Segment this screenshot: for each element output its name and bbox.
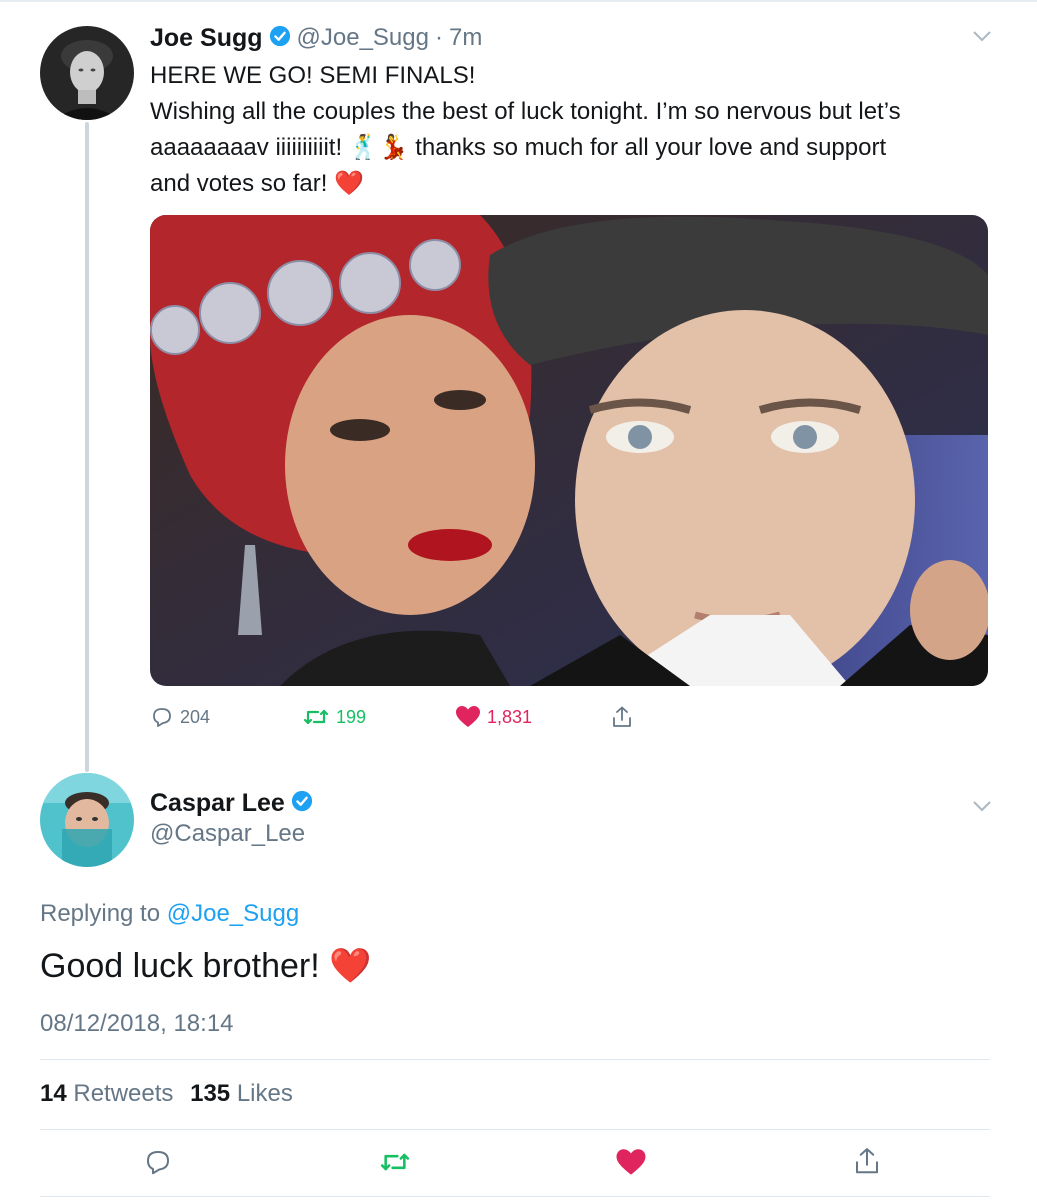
retweet-action[interactable]: 199 xyxy=(302,705,366,729)
retweet-icon xyxy=(302,705,330,729)
tweet-line: Wishing all the couples the best of luck… xyxy=(150,98,901,125)
meta-separator: · xyxy=(434,24,443,51)
reply-icon xyxy=(143,1151,173,1181)
divider xyxy=(40,1129,990,1130)
joe-sugg-avatar[interactable] xyxy=(40,26,134,120)
chevron-down-icon[interactable] xyxy=(971,798,993,819)
share-icon xyxy=(852,1148,882,1180)
author-handle[interactable]: @Joe_Sugg xyxy=(297,24,429,52)
tweet-body: HERE WE GO! SEMI FINALS! Wishing all the… xyxy=(150,58,1010,202)
tweet-photo[interactable] xyxy=(150,215,988,686)
retweet-icon xyxy=(378,1153,412,1180)
share-action[interactable] xyxy=(610,705,634,729)
retweets-stat[interactable]: 14 Retweets xyxy=(40,1080,180,1107)
like-button[interactable] xyxy=(615,1148,647,1182)
replying-to-prefix: Replying to xyxy=(40,900,161,927)
likes-label: Likes xyxy=(236,1080,293,1107)
caspar-lee-avatar[interactable] xyxy=(40,773,134,867)
heart-icon xyxy=(455,705,481,729)
divider xyxy=(40,1059,990,1060)
chevron-down-icon[interactable] xyxy=(971,28,993,49)
likes-stat[interactable]: 135 Likes xyxy=(190,1080,293,1107)
retweets-count: 14 xyxy=(40,1080,67,1107)
verified-badge-icon xyxy=(269,25,291,52)
reply-author-handle[interactable]: @Caspar_Lee xyxy=(150,820,305,848)
tweet-age[interactable]: 7m xyxy=(449,24,482,52)
reply-count: 204 xyxy=(180,706,211,727)
reply-button[interactable] xyxy=(143,1147,173,1182)
like-count: 1,831 xyxy=(487,706,533,727)
tweet-line: aaaaaaaav iiiiiiiiiit! 🕺💃 thanks so much… xyxy=(150,134,887,161)
retweet-button[interactable] xyxy=(378,1148,412,1181)
verified-badge-icon xyxy=(291,790,313,817)
engagement-stats: 14 Retweets 135 Likes xyxy=(40,1080,293,1108)
replying-to-mention[interactable]: @Joe_Sugg xyxy=(167,900,299,927)
likes-count: 135 xyxy=(190,1080,231,1107)
share-button[interactable] xyxy=(852,1146,882,1181)
tweet-line: HERE WE GO! SEMI FINALS! xyxy=(150,62,476,89)
like-action[interactable]: 1,831 xyxy=(455,705,532,729)
share-icon xyxy=(610,705,634,729)
reply-author-name[interactable]: Caspar Lee xyxy=(150,789,285,818)
top-divider xyxy=(0,0,1037,2)
reply-timestamp[interactable]: 08/12/2018, 18:14 xyxy=(40,1010,234,1038)
replying-to-line: Replying to @Joe_Sugg xyxy=(40,900,299,928)
author-name[interactable]: Joe Sugg xyxy=(150,24,263,53)
reply-body: Good luck brother! ❤️ xyxy=(40,947,372,985)
heart-icon xyxy=(615,1149,647,1181)
reply-icon xyxy=(150,705,174,729)
retweets-label: Retweets xyxy=(73,1080,174,1107)
divider xyxy=(40,1196,990,1197)
tweet-line: and votes so far! ❤️ xyxy=(150,170,364,197)
reply-author-row: Caspar Lee xyxy=(150,786,313,820)
retweet-count: 199 xyxy=(336,706,367,727)
tweet-header: Joe Sugg @Joe_Sugg · 7m xyxy=(150,21,482,55)
reply-action[interactable]: 204 xyxy=(150,705,210,729)
thread-connector-line xyxy=(85,122,89,772)
